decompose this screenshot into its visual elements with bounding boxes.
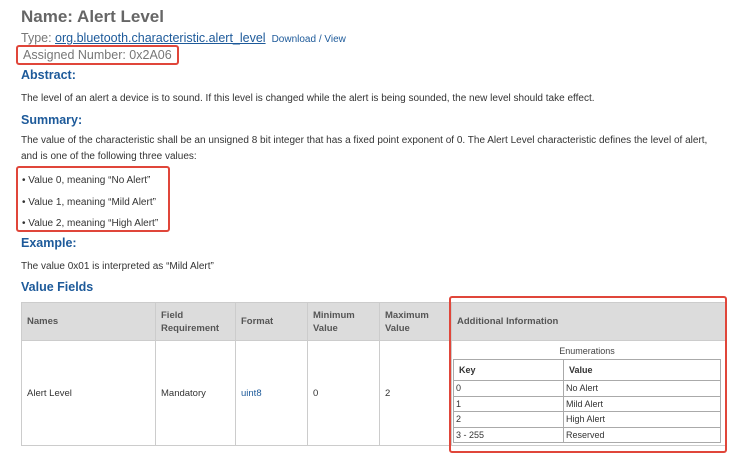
table-row: 2 High Alert (453, 411, 721, 428)
enum-key-header: Key (453, 359, 564, 381)
enum-value: Mild Alert (563, 395, 721, 412)
enum-value-header: Value (563, 359, 721, 381)
enum-key: 1 (453, 395, 564, 412)
table-header-row: Names Field Requirement Format Minimum V… (21, 302, 726, 341)
type-link[interactable]: org.bluetooth.characteristic.alert_level (55, 31, 266, 45)
enumerations-title: Enumerations (559, 346, 615, 356)
example-heading: Example: (21, 236, 77, 250)
enum-value: No Alert (563, 380, 721, 397)
summary-heading: Summary: (21, 113, 83, 127)
abstract-heading: Abstract: (21, 68, 76, 82)
summary-text: The value of the characteristic shall be… (21, 135, 708, 162)
table-row: 1 Mild Alert (453, 395, 721, 412)
type-label: Type: (21, 31, 56, 45)
page-title: Name: Alert Level (21, 7, 164, 26)
table-row: 0 No Alert (453, 380, 721, 397)
bullet-item: • Value 0, meaning “No Alert” (22, 175, 151, 186)
value-fields-heading: Value Fields (21, 280, 94, 294)
header-maximum-value: Maximum Value (379, 302, 452, 341)
cell-minimum: 0 (307, 340, 380, 446)
header-format: Format (235, 302, 308, 341)
cell-name: Alert Level (21, 340, 156, 446)
download-view-link[interactable]: Download / View (272, 34, 346, 45)
cell-format-link[interactable]: uint8 (235, 340, 308, 446)
enum-value: Reserved (563, 426, 721, 443)
cell-maximum: 2 (379, 340, 452, 446)
enum-key: 0 (453, 380, 564, 397)
cell-requirement: Mandatory (155, 340, 236, 446)
header-field-requirement: Field Requirement (155, 302, 236, 341)
type-line: Type: org.bluetooth.characteristic.alert… (21, 31, 346, 45)
example-text: The value 0x01 is interpreted as “Mild A… (21, 261, 214, 272)
bullet-item: • Value 2, meaning “High Alert” (22, 218, 159, 229)
header-minimum-value: Minimum Value (307, 302, 380, 341)
header-additional-information: Additional Information (451, 302, 726, 341)
value-bullet-list: • Value 0, meaning “No Alert” • Value 1,… (16, 166, 170, 232)
enum-key: 2 (453, 411, 564, 428)
enum-header-row: Key Value (453, 359, 721, 381)
bullet-item: • Value 1, meaning “Mild Alert” (22, 196, 156, 208)
header-names: Names (21, 302, 156, 341)
enum-key: 3 - 255 (453, 426, 564, 443)
abstract-text: The level of an alert a device is to sou… (21, 93, 595, 104)
assigned-number: Assigned Number: 0x2A06 (16, 45, 179, 65)
enum-value: High Alert (563, 411, 721, 428)
table-row: 3 - 255 Reserved (453, 426, 721, 443)
enumerations-table: Key Value 0 No Alert 1 Mild Alert 2 High… (453, 359, 721, 443)
